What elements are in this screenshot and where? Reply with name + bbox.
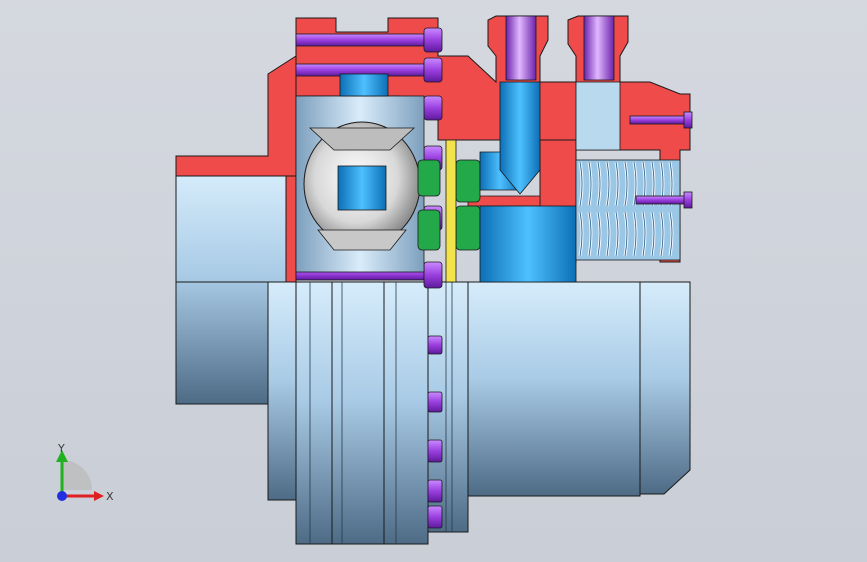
flange-1[interactable] — [267, 281, 297, 501]
ball-assembly[interactable] — [295, 73, 425, 273]
y-axis-label: Y — [57, 442, 65, 455]
flange-4[interactable] — [383, 281, 429, 545]
yellow-spacer — [445, 139, 457, 283]
x-axis-arrow — [94, 491, 104, 501]
coordinate-triad: Y X — [56, 442, 114, 503]
graphics-viewport[interactable]: Y X — [0, 0, 867, 562]
flange-2[interactable] — [295, 281, 333, 545]
right-end-cap[interactable] — [639, 281, 691, 495]
poppet — [499, 81, 541, 195]
seal-stack[interactable] — [417, 139, 481, 283]
x-axis-label: X — [106, 490, 114, 503]
top-fittings[interactable] — [505, 15, 615, 81]
flange-3[interactable] — [331, 281, 385, 545]
springs[interactable] — [575, 159, 681, 261]
valve-section-model[interactable] — [0, 0, 867, 562]
z-axis-dot — [57, 491, 67, 501]
blue-seat-upper — [339, 73, 389, 97]
main-body[interactable] — [467, 281, 641, 497]
blue-bore — [337, 165, 387, 211]
